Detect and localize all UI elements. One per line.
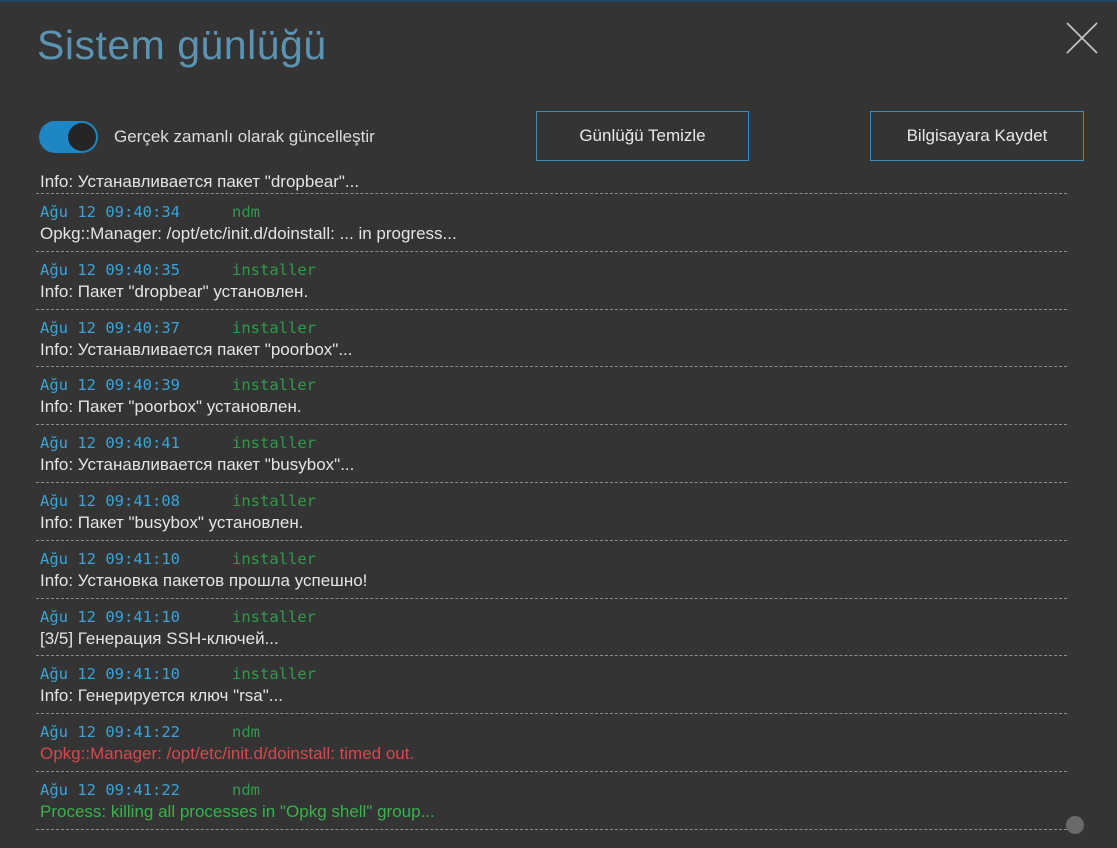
log-source: installer: [232, 260, 316, 279]
log-meta: Ağu 12 09:40:39 installer: [40, 376, 316, 396]
log-message: [3/5] Генерация SSH-ключей...: [40, 628, 279, 648]
log-meta: Ağu 12 09:41:10 installer: [40, 550, 316, 570]
log-timestamp: Ağu 12 09:41:10: [40, 549, 180, 568]
log-meta: Ağu 12 09:41:10 installer: [40, 665, 316, 685]
toggle-knob: [68, 123, 96, 151]
log-entry: Ağu 12 09:41:08 installer Info: Пакет "bus…: [36, 483, 1067, 541]
log-message: Info: Пакет "dropbear" установлен.: [40, 281, 309, 301]
log-source: installer: [232, 665, 316, 684]
log-timestamp: Ağu 12 09:40:35: [40, 260, 180, 279]
log-message: Info: Устанавливается пакет "dropbear"..…: [40, 172, 360, 191]
log-entry: Ağu 12 09:40:41 installer Info: Устанавлив…: [36, 425, 1067, 483]
log-entry: Ağu 12 09:41:10 installer Info: Установка …: [36, 541, 1067, 599]
log-timestamp: Ağu 12 09:40:41: [40, 434, 180, 453]
log-list: Info: Устанавливается пакет "dropbear"..…: [36, 172, 1067, 830]
log-timestamp: Ağu 12 09:41:10: [40, 665, 180, 684]
clear-log-button[interactable]: Günlüğü Temizle: [536, 111, 749, 161]
log-timestamp: Ağu 12 09:40:37: [40, 318, 180, 337]
save-to-computer-button[interactable]: Bilgisayara Kaydet: [870, 111, 1084, 161]
dialog-title: Sistem günlüğü: [37, 22, 327, 68]
log-source: installer: [232, 607, 316, 626]
log-source: installer: [232, 491, 316, 510]
log-entry-partial: Info: Устанавливается пакет "dropbear"..…: [36, 172, 1067, 194]
log-timestamp: Ağu 12 09:41:22: [40, 723, 180, 742]
log-viewport[interactable]: Info: Устанавливается пакет "dropbear"..…: [36, 172, 1067, 848]
log-meta: Ağu 12 09:41:08 installer: [40, 492, 316, 512]
log-meta: Ağu 12 09:40:35 installer: [40, 261, 316, 281]
log-source: ndm: [232, 780, 260, 799]
log-message: Info: Генерируется ключ "rsa"...: [40, 686, 283, 706]
close-icon[interactable]: [1064, 20, 1100, 56]
log-meta: Ağu 12 09:41:22 ndm: [40, 781, 260, 801]
log-meta: Ağu 12 09:41:10 installer: [40, 608, 316, 628]
log-source: installer: [232, 549, 316, 568]
log-source: ndm: [232, 203, 260, 221]
log-meta: Ağu 12 09:40:41 installer: [40, 434, 316, 454]
log-entry: Ağu 12 09:41:22 ndmOpkg::Manager: /opt/et…: [36, 714, 1067, 772]
log-message: Process: killing all processes in "Opkg …: [40, 801, 435, 821]
log-entry: Ağu 12 09:41:10 installer Info: Генерирует…: [36, 656, 1067, 715]
log-entry: Ağu 12 09:40:34 ndmOpkg::Manager: /opt/et…: [36, 194, 1067, 252]
log-timestamp: Ağu 12 09:41:22: [40, 780, 180, 799]
log-message: Info: Пакет "poorbox" установлен.: [40, 397, 302, 417]
log-meta: Ağu 12 09:40:37 installer: [40, 319, 316, 339]
log-timestamp: Ağu 12 09:40:39: [40, 376, 180, 395]
scroll-indicator[interactable]: [1066, 816, 1084, 834]
log-entry: Ağu 12 09:41:22 ndm Process: killing all p…: [36, 772, 1067, 830]
log-source: installer: [232, 434, 316, 453]
log-source: installer: [232, 376, 316, 395]
log-timestamp: Ağu 12 09:41:08: [40, 491, 180, 510]
log-timestamp: Ağu 12 09:40:34: [40, 203, 180, 221]
log-message: Info: Устанавливается пакет "poorbox"...: [40, 339, 353, 359]
log-message: Opkg::Manager: /opt/etc/init.d/doinstall…: [40, 224, 457, 243]
log-timestamp: Ağu 12 09:41:10: [40, 607, 180, 626]
log-meta: Ağu 12 09:40:34 ndm: [40, 203, 260, 223]
log-message: Opkg::Manager: /opt/etc/init.d/doinstall…: [40, 744, 415, 764]
log-message: Info: Установка пакетов прошла успешно!: [40, 570, 368, 590]
log-message: Info: Пакет "busybox" установлен.: [40, 512, 304, 532]
log-meta: Ağu 12 09:41:22 ndm: [40, 723, 260, 743]
log-source: ndm: [232, 723, 260, 742]
realtime-update-toggle[interactable]: [39, 121, 98, 153]
log-entry: Ağu 12 09:40:35 installer Info: Пакет "dro…: [36, 252, 1067, 310]
dialog-top-border: [0, 0, 1117, 2]
log-source: installer: [232, 318, 316, 337]
log-entry: Ağu 12 09:41:10 installer [3/5] Генерация …: [36, 599, 1067, 657]
log-entry: Ağu 12 09:40:39 installer Info: Пакет "poo…: [36, 367, 1067, 426]
log-entry: Ağu 12 09:40:37 installer Info: Устанавлив…: [36, 310, 1067, 368]
log-message: Info: Устанавливается пакет "busybox"...: [40, 455, 355, 475]
realtime-update-label: Gerçek zamanlı olarak güncelleştir: [114, 127, 375, 146]
